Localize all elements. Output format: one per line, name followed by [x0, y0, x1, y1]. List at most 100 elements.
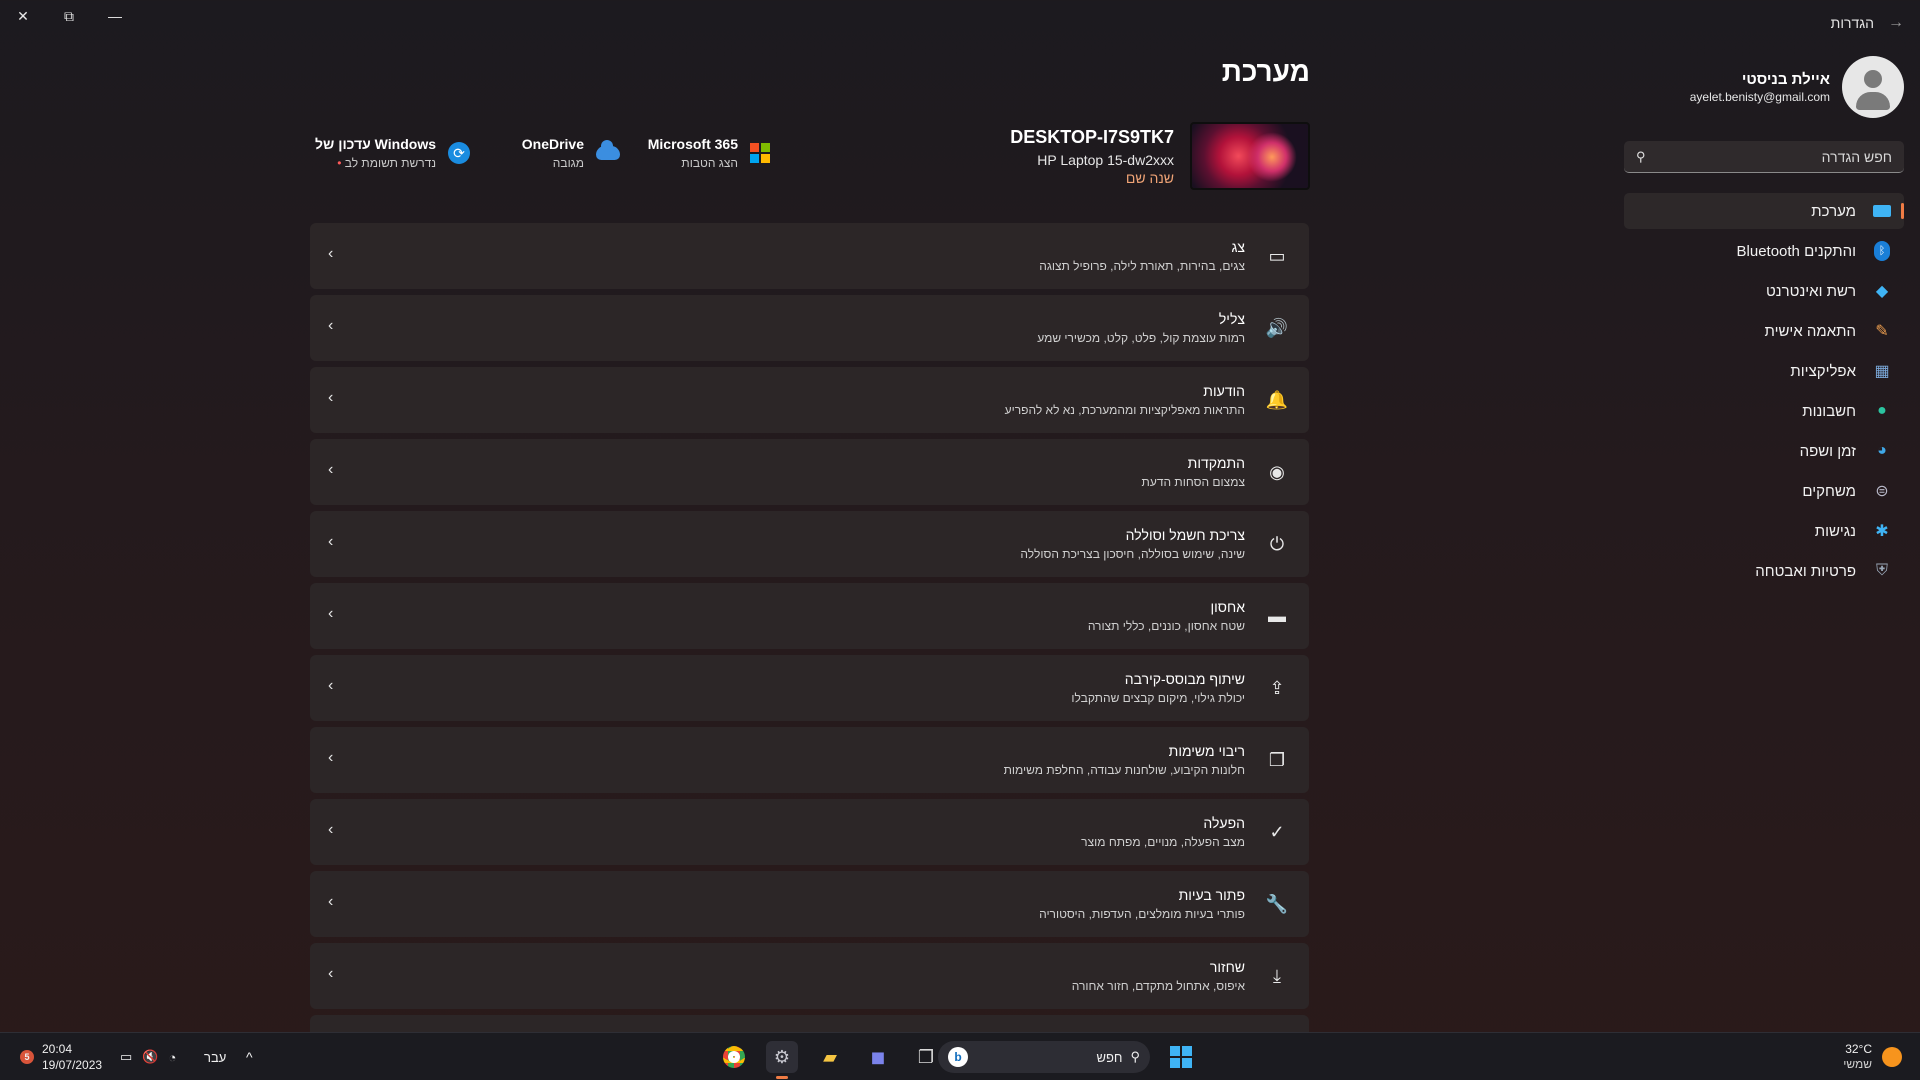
minimize-button[interactable]: — [92, 0, 138, 32]
file-explorer-icon[interactable]: ▰ [814, 1041, 846, 1073]
windows-logo-icon [1170, 1046, 1192, 1068]
row-subtitle: מצב הפעלה, מנויים, מפתח מוצר [1081, 835, 1245, 849]
taskbar-search-box[interactable]: ⚲ חפש b [938, 1041, 1150, 1073]
settings-row-display[interactable]: ▭ צג צגים, בהירות, תאורת לילה, פרופיל תצו… [310, 223, 1309, 289]
clock-time: 20:04 [42, 1042, 73, 1056]
sidebar-item-bluetooth[interactable]: ᛒ Bluetooth והתקנים [1624, 233, 1904, 269]
gamepad-icon: ⊜ [1875, 483, 1889, 500]
row-title: צג [1231, 239, 1245, 255]
sidebar-item-apps[interactable]: ▦ אפליקציות [1624, 353, 1904, 389]
sidebar-item-label: מערכת [1811, 202, 1856, 220]
sidebar-item-label: רשת ואינטרנט [1766, 282, 1856, 300]
start-button[interactable] [1170, 1033, 1192, 1080]
row-title: הפעלה [1203, 815, 1245, 831]
row-subtitle: איפוס, אתחול מתקדם, חזור אחורה [1071, 979, 1245, 993]
minimize-icon: — [108, 8, 122, 24]
close-button[interactable]: ✕ [0, 0, 46, 32]
desktop-wallpaper-thumbnail[interactable] [1190, 122, 1310, 190]
volume-muted-icon: 🔇 [142, 1049, 159, 1064]
system-tray-icons[interactable]: ▭ 🔇 ◔ [120, 1033, 176, 1080]
sidebar-item-system[interactable]: מערכת [1624, 193, 1904, 229]
settings-row-troubleshoot[interactable]: 🔧 פתור בעיות פותרי בעיות מומלצים, העדפות,… [310, 871, 1309, 937]
brush-icon: ✎ [1875, 323, 1889, 340]
row-title: ריבוי משימות [1168, 743, 1245, 759]
taskbar-search-placeholder: חפש [1096, 1049, 1123, 1065]
wrench-icon: 🔧 [1265, 893, 1289, 914]
sidebar-nav: מערכת ᛒ Bluetooth והתקנים ◆ רשת ואינטרנט… [1624, 193, 1904, 593]
sidebar-item-label: Bluetooth והתקנים [1736, 242, 1856, 260]
settings-row-storage[interactable]: ▬ אחסון שטח אחסון, כוננים, כללי תצורה ‹ [310, 583, 1309, 649]
show-hidden-icons-chevron-icon[interactable]: ^ [246, 1033, 253, 1080]
sidebar-item-network[interactable]: ◆ רשת ואינטרנט [1624, 273, 1904, 309]
notification-badge[interactable]: 5 [20, 1050, 34, 1064]
sidebar-item-label: התאמה אישית [1764, 322, 1857, 340]
settings-row-power[interactable]: ⏻ צריכת חשמל וסוללה שינה, שימוש בסוללה, ח… [310, 511, 1309, 577]
chevron-left-icon: ‹ [328, 245, 334, 262]
windows-update-title: עדכון של Windows [315, 136, 436, 152]
bing-icon[interactable]: b [948, 1047, 968, 1067]
windows-update-card[interactable]: ⟳ עדכון של Windows • נדרשת תשומת לב [315, 136, 470, 170]
chevron-left-icon: ‹ [328, 749, 334, 766]
sidebar-item-privacy[interactable]: ⛨ פרטיות ואבטחה [1624, 553, 1904, 589]
row-subtitle: פותרי בעיות מומלצים, העדפות, היסטוריה [1039, 907, 1245, 921]
user-card[interactable]: איילת בניסטי ayelet.benisty@gmail.com [1690, 56, 1904, 118]
app-title: הגדרות [1830, 15, 1874, 31]
sidebar-item-time-language[interactable]: ◕ זמן ושפה [1624, 433, 1904, 469]
sidebar-item-accounts[interactable]: ● חשבונות [1624, 393, 1904, 429]
chevron-left-icon: ‹ [328, 821, 334, 838]
settings-app-icon[interactable]: ⚙ [766, 1041, 798, 1079]
microsoft-365-card[interactable]: Microsoft 365 הצג הטבות [648, 136, 770, 170]
settings-row-sound[interactable]: 🔊 צליל רמות עוצמת קול, פלט, קלט, מכשירי ש… [310, 295, 1309, 361]
onedrive-card[interactable]: OneDrive מגובה [522, 136, 620, 170]
row-title: הודעות [1203, 383, 1245, 399]
person-icon: ● [1877, 402, 1887, 419]
globe-clock-icon: ◕ [1877, 442, 1887, 459]
shield-icon: ⛨ [1875, 562, 1888, 579]
recovery-icon: ⤓ [1273, 965, 1281, 986]
settings-row-focus[interactable]: ◉ התמקדות צמצום הסחות הדעת ‹ [310, 439, 1309, 505]
settings-row-nearby-sharing[interactable]: ⇪ שיתוף מבוסס-קירבה יכולת גילוי, מיקום קב… [310, 655, 1309, 721]
language-indicator[interactable]: עבר [204, 1033, 226, 1080]
search-icon: ⚲ [1636, 148, 1646, 164]
sidebar-item-personalization[interactable]: ✎ התאמה אישית [1624, 313, 1904, 349]
restore-icon: ⧉ [64, 7, 74, 24]
row-subtitle: צמצום הסחות הדעת [1141, 475, 1245, 489]
settings-row-notifications[interactable]: 🔔 הודעות התראות מאפליקציות ומהמערכת, נא ל… [310, 367, 1309, 433]
wifi-icon: ◔ [168, 1049, 177, 1065]
weather-widget[interactable]: 32°C שמשי [1843, 1033, 1902, 1080]
avatar[interactable] [1842, 56, 1904, 118]
row-title: אחסון [1210, 599, 1245, 615]
multitask-icon: ❐ [1268, 749, 1286, 770]
device-info: DESKTOP-I7S9TK7 HP Laptop 15-dw2xxx שנה … [1010, 122, 1310, 190]
display-icon: ▭ [1268, 245, 1286, 266]
row-title: צליל [1218, 311, 1245, 327]
user-name: איילת בניסטי [1741, 70, 1830, 88]
onedrive-cloud-icon [596, 140, 620, 160]
sidebar-item-accessibility[interactable]: ✱ נגישות [1624, 513, 1904, 549]
check-circle-icon: ✓ [1269, 821, 1285, 842]
sidebar-item-label: פרטיות ואבטחה [1755, 562, 1856, 580]
rename-link[interactable]: שנה שם [1010, 170, 1174, 186]
apps-icon: ▦ [1874, 363, 1890, 380]
taskbar: 5 20:04 19/07/2023 ▭ 🔇 ◔ עבר ^ ⚙ ▰ ◼ ❐ ⚲… [0, 1032, 1920, 1080]
sidebar-item-label: משחקים [1802, 482, 1856, 500]
settings-search-input[interactable]: חפש הגדרה ⚲ [1624, 141, 1904, 173]
settings-row-recovery[interactable]: ⤓ שחזור איפוס, אתחול מתקדם, חזור אחורה ‹ [310, 943, 1309, 1009]
sidebar-item-gaming[interactable]: ⊜ משחקים [1624, 473, 1904, 509]
teams-chat-icon[interactable]: ◼ [862, 1041, 894, 1073]
back-arrow-icon[interactable]: → [1888, 14, 1904, 32]
search-placeholder: חפש הגדרה [1821, 148, 1892, 165]
sidebar-item-label: זמן ושפה [1799, 442, 1856, 460]
weather-temperature: 32°C [1845, 1042, 1872, 1056]
attention-dot: • [337, 156, 342, 170]
chrome-icon[interactable] [718, 1041, 750, 1073]
restore-button[interactable]: ⧉ [46, 0, 92, 32]
battery-icon: ▭ [120, 1049, 133, 1064]
wifi-icon: ◆ [1875, 283, 1889, 300]
settings-row-multitasking[interactable]: ❐ ריבוי משימות חלונות הקיבוע, שולחנות עבו… [310, 727, 1309, 793]
clock-date: 19/07/2023 [42, 1058, 103, 1072]
settings-row-activation[interactable]: ✓ הפעלה מצב הפעלה, מנויים, מפתח מוצר ‹ [310, 799, 1309, 865]
bluetooth-icon: ᛒ [1872, 241, 1892, 261]
clock[interactable]: 20:04 19/07/2023 [42, 1033, 102, 1080]
chevron-left-icon: ‹ [328, 533, 334, 550]
